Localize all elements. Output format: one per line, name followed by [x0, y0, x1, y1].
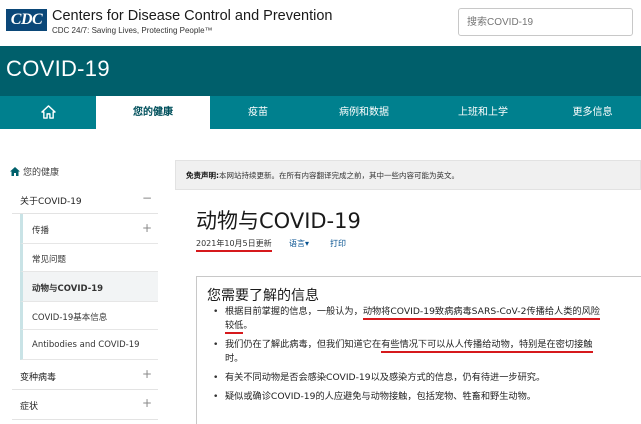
page-title: 动物与COVID-19	[196, 209, 361, 233]
collapse-icon[interactable]: −	[142, 191, 152, 205]
sidebar-item-basics[interactable]: COVID-19基本信息	[20, 302, 158, 330]
language-selector[interactable]: 语言▾	[289, 238, 309, 249]
updated-date: 2021年10月5日更新	[196, 238, 272, 252]
sidebar-item-label: COVID-19基本信息	[32, 313, 108, 323]
nav-your-health[interactable]: 您的健康	[96, 96, 210, 132]
cdc-logo-text: CDC	[10, 11, 43, 28]
bullet-text: 根据目前掌握的信息，一般认为，	[225, 306, 363, 317]
sidebar-item-variants[interactable]: 变种病毒 +	[12, 362, 158, 390]
home-icon	[40, 105, 56, 119]
sidebar-item-label: 动物与COVID-19	[32, 284, 104, 294]
list-item: 有关不同动物是否会感染COVID-19以及感染方式的信息，仍有待进一步研究。	[213, 371, 639, 385]
expand-icon[interactable]: +	[142, 367, 152, 381]
nav-vaccines[interactable]: 疫苗	[210, 96, 306, 129]
nav-more-info[interactable]: 更多信息	[544, 96, 641, 129]
list-item: 我们仍在了解此病毒，但我们知道它在有些情况下可以从人传播给动物，特别是在密切接触…	[213, 338, 639, 366]
nav-work-school[interactable]: 上班和上学	[422, 96, 544, 129]
key-points-box: 您需要了解的信息 根据目前掌握的信息，一般认为，动物将COVID-19致病病毒S…	[196, 276, 641, 424]
page-meta: 2021年10月5日更新 语言▾ 打印	[196, 238, 346, 252]
sidebar-item-label: 传播	[32, 226, 50, 236]
sidebar-item-label: Antibodies and COVID-19	[32, 340, 140, 350]
highlighted-text: 动物将COVID-19致病病毒SARS-CoV-2传播给人类的风险	[362, 306, 600, 320]
sidebar-item-transmission[interactable]: 传播 +	[20, 214, 158, 244]
section-title: 您需要了解的信息	[207, 288, 319, 304]
sidebar-item-symptoms[interactable]: 症状 +	[12, 390, 158, 420]
key-points-list: 根据目前掌握的信息，一般认为，动物将COVID-19致病病毒SARS-CoV-2…	[213, 305, 639, 409]
list-item: 疑似或确诊COVID-19的人应避免与动物接触，包括宠物、牲畜和野生动物。	[213, 390, 639, 404]
site-header: CDC Centers for Disease Control and Prev…	[0, 0, 641, 46]
sidebar-item-animals-covid[interactable]: 动物与COVID-19	[20, 272, 158, 302]
search-input[interactable]	[458, 8, 633, 36]
banner-title[interactable]: COVID-19	[6, 56, 110, 82]
nav-home[interactable]	[0, 96, 96, 129]
language-label: 语言	[289, 239, 305, 248]
disclaimer-label: 免责声明:	[186, 171, 219, 180]
sidebar-item-label: 症状	[20, 402, 39, 412]
expand-icon[interactable]: +	[142, 396, 152, 410]
sidebar-item-about-covid[interactable]: 关于COVID-19 −	[12, 186, 158, 214]
chevron-down-icon: ▾	[305, 239, 310, 248]
sidebar-item-label: 关于COVID-19	[20, 197, 82, 207]
home-icon	[10, 167, 20, 176]
highlighted-text: 有些情况下可以从人传播给动物，特别是在密切接触	[381, 339, 593, 353]
bullet-text: 。	[243, 320, 253, 331]
disclaimer-text: 本网站持续更新。在所有内容翻译完成之前，其中一些内容可能为英文。	[219, 171, 459, 180]
cdc-logo[interactable]: CDC	[6, 9, 47, 31]
highlighted-text: 较低	[225, 320, 244, 334]
sidebar-item-faq[interactable]: 常见问题	[20, 244, 158, 272]
bullet-text: 时。	[225, 353, 244, 364]
sidebar-item-label: 常见问题	[32, 255, 67, 265]
sidebar-item-antibodies[interactable]: Antibodies and COVID-19	[20, 330, 158, 360]
org-name[interactable]: Centers for Disease Control and Preventi…	[52, 8, 332, 24]
expand-icon[interactable]: +	[142, 221, 152, 235]
sidebar-home-label: 您的健康	[23, 168, 60, 178]
main-nav: 您的健康 疫苗 病例和数据 上班和上学 更多信息	[0, 96, 641, 132]
org-tagline: CDC 24/7: Saving Lives, Protecting Peopl…	[52, 26, 213, 35]
bullet-text: 我们仍在了解此病毒，但我们知道它在	[225, 339, 382, 350]
list-item: 根据目前掌握的信息，一般认为，动物将COVID-19致病病毒SARS-CoV-2…	[213, 305, 639, 334]
title-banner: COVID-19	[0, 46, 641, 96]
sidebar-item-label: 变种病毒	[20, 373, 57, 383]
sidebar-home-link[interactable]: 您的健康	[10, 165, 59, 178]
print-link[interactable]: 打印	[330, 238, 346, 249]
nav-cases-data[interactable]: 病例和数据	[306, 96, 422, 129]
disclaimer-banner: 免责声明:本网站持续更新。在所有内容翻译完成之前，其中一些内容可能为英文。	[175, 160, 641, 190]
